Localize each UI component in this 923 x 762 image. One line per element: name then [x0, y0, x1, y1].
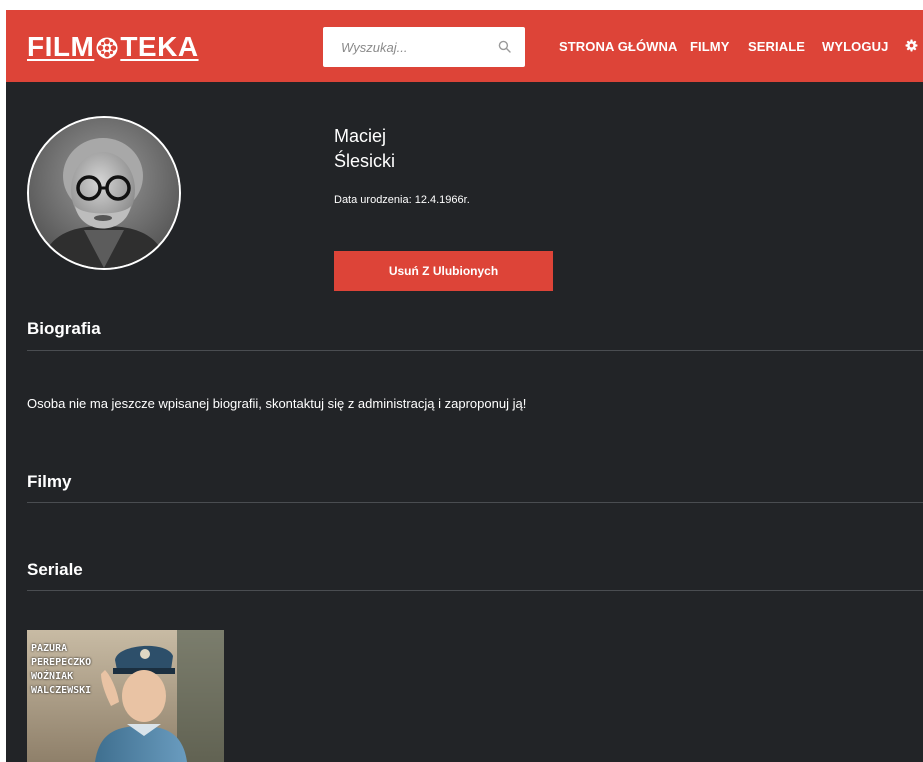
person-avatar — [27, 116, 181, 270]
poster-credit-3: WOŹNIAK — [31, 671, 74, 682]
search-icon[interactable] — [498, 40, 511, 58]
nav-series-link[interactable]: SERIALE — [748, 10, 805, 82]
films-heading: Filmy — [27, 472, 72, 491]
top-navbar: FILM TEKA Wyszukaj... STRONA GŁÓWNA FILM… — [6, 10, 923, 82]
site-logo[interactable]: FILM TEKA — [27, 31, 199, 67]
birth-date: Data urodzenia: 12.4.1966r. — [334, 194, 470, 206]
poster-credit-4: WALCZEWSKI — [31, 685, 92, 696]
film-reel-icon — [95, 35, 119, 67]
person-first-name: Maciej — [334, 126, 387, 146]
search-box — [323, 27, 525, 67]
poster-credit-2: PEREPECZKO — [31, 657, 92, 668]
poster-credit-1: PAZURA — [31, 643, 68, 654]
biography-heading: Biografia — [27, 319, 101, 338]
gear-icon[interactable] — [905, 39, 918, 57]
person-last-name: Ślesicki — [334, 151, 396, 171]
page: FILM TEKA Wyszukaj... STRONA GŁÓWNA FILM… — [6, 10, 923, 762]
logo-text-right: TEKA — [120, 31, 199, 62]
biography-divider — [27, 350, 923, 351]
nav-home-link[interactable]: STRONA GŁÓWNA — [559, 10, 678, 82]
search-input[interactable] — [323, 27, 506, 67]
biography-text: Osoba nie ma jeszcze wpisanej biografii,… — [27, 396, 527, 411]
series-heading: Seriale — [27, 560, 83, 579]
films-divider — [27, 502, 923, 503]
series-divider — [27, 590, 923, 591]
nav-films-link[interactable]: FILMY — [690, 10, 730, 82]
remove-favorite-button[interactable]: Usuń Z Ulubionych — [334, 251, 553, 291]
series-poster[interactable]: PAZURA PEREPECZKO WOŹNIAK WALCZEWSKI — [27, 630, 224, 762]
logo-text-left: FILM — [27, 31, 95, 62]
nav-logout-link[interactable]: WYLOGUJ — [822, 10, 888, 82]
